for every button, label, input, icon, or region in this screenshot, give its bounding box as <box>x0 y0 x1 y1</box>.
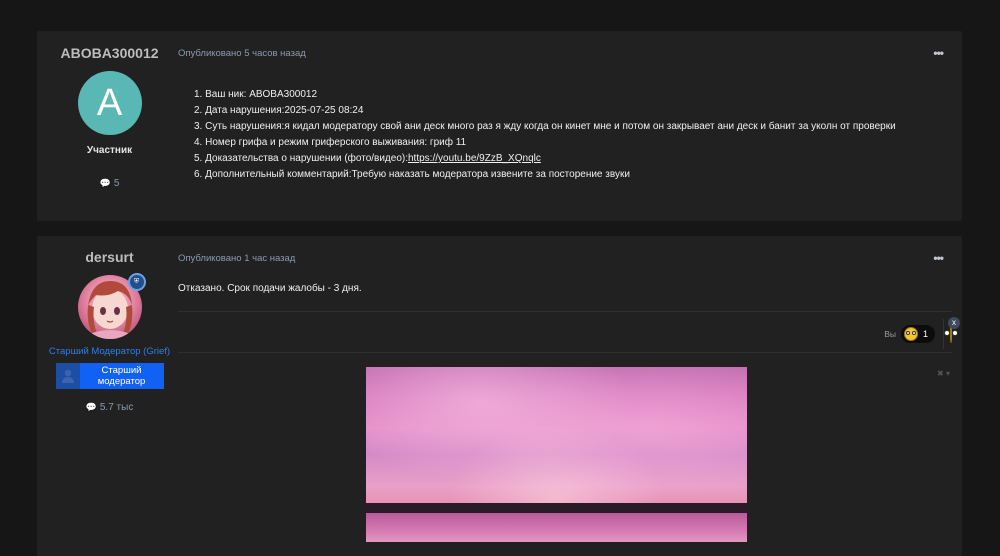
post-timestamp[interactable]: Опубликовано 5 часов назад <box>178 48 306 59</box>
author-name[interactable]: dersurt <box>37 249 182 265</box>
author-name[interactable]: ABOBA300012 <box>37 45 182 61</box>
react-button[interactable]: x <box>948 317 960 343</box>
post-2: dersurt ⛨ Старший Модератор (Grief) Стар… <box>37 236 962 556</box>
reaction-bar: Вы 1 x <box>884 317 960 349</box>
reaction-you-label[interactable]: Вы <box>884 329 896 339</box>
expand-icon[interactable]: ✖ ▾ <box>937 369 950 378</box>
remove-reaction-icon[interactable]: x <box>948 317 960 329</box>
group-badge: Старший модератор <box>55 363 164 389</box>
role-link[interactable]: Старший Модератор (Grief) <box>37 345 182 358</box>
post-count: 💬 5.7 тыс <box>37 402 182 413</box>
post-1: ABOBA300012 A Участник 💬 5 Опубликовано 5… <box>37 31 962 221</box>
proof-link[interactable]: https://youtu.be/9ZzB_XQnqlc <box>408 153 541 164</box>
reaction-summary[interactable]: 1 <box>900 325 935 343</box>
avatar[interactable]: A <box>77 71 142 135</box>
user-silhouette-icon <box>61 369 74 383</box>
reaction-count: 1 <box>922 329 928 339</box>
post-content: 1. Ваш ник: ABOBA300012 2. Дата нарушени… <box>194 87 896 183</box>
more-options-button[interactable]: ••• <box>933 251 944 265</box>
list-item: 3. Суть нарушения:я кидал модератору сво… <box>194 121 896 132</box>
list-item: 5. Доказательства о нарушении (фото/виде… <box>194 151 896 167</box>
more-options-button[interactable]: ••• <box>933 46 944 60</box>
divider <box>178 352 952 353</box>
post-count: 💬 5 <box>37 178 182 189</box>
comment-icon: 💬 <box>85 402 97 412</box>
shoreline <box>366 503 747 513</box>
avatar[interactable]: ⛨ <box>77 273 146 339</box>
group-badge-label: Старший модератор <box>79 363 164 389</box>
list-item: 4. Номер грифа и режим гриферского выжив… <box>194 137 467 148</box>
member-rank: Участник <box>86 145 133 156</box>
user-icon <box>55 363 80 389</box>
list-item: 6. Дополнительный комментарий:Требую нак… <box>194 169 630 180</box>
water <box>366 513 747 542</box>
post-count-value: 5 <box>113 178 120 189</box>
list-item: 1. Ваш ник: ABOBA300012 <box>194 89 318 100</box>
embedded-image[interactable] <box>366 367 747 542</box>
author-panel: ABOBA300012 A Участник 💬 5 <box>37 31 182 189</box>
glasses-emoji-icon <box>903 327 918 341</box>
author-panel: dersurt ⛨ Старший Модератор (Grief) Стар… <box>37 236 182 413</box>
proof-label: 5. Доказательства о нарушении (фото/виде… <box>194 153 408 164</box>
list-item: 2. Дата нарушения:2025-07-25 08:24 <box>194 105 364 116</box>
post-count-value: 5.7 тыс <box>99 402 134 413</box>
comment-icon: 💬 <box>99 178 111 188</box>
moderator-shield-icon: ⛨ <box>127 273 146 291</box>
post-content: Отказано. Срок подачи жалобы - 3 дня. <box>178 283 362 294</box>
post-timestamp[interactable]: Опубликовано 1 час назад <box>178 253 295 264</box>
divider <box>178 311 952 312</box>
